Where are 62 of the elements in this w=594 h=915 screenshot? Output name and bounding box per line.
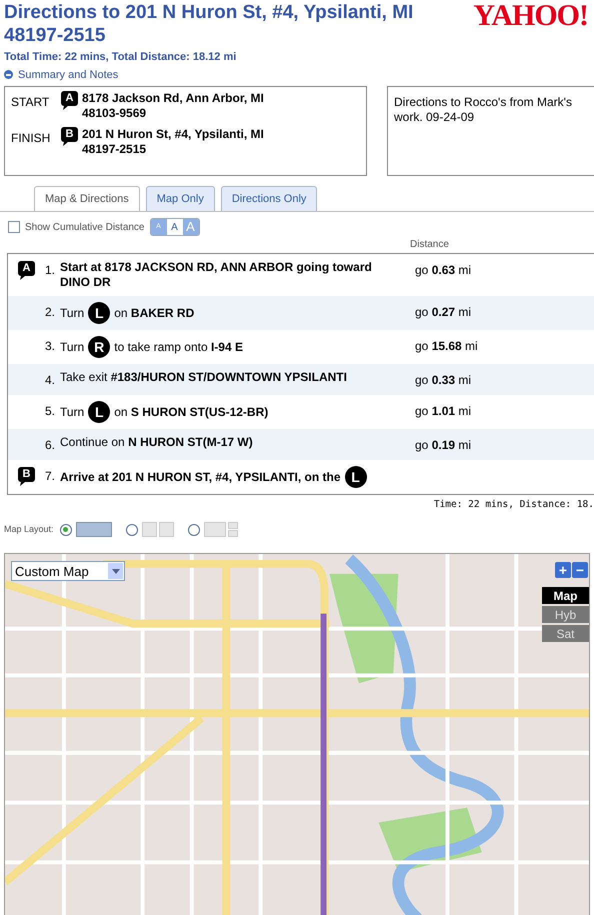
totals-text: Total Time: 22 mins, Total Distance: 18.12 mi [3,50,238,65]
step-text: Start at 8178 JACKSON RD, ANN ARBOR going toward DINO DR [60,260,373,290]
step-number: 3. [45,338,56,355]
step-distance: go 0.63 mi [415,262,472,279]
map-type-button[interactable]: Sat [542,625,589,642]
view-tab[interactable]: Map Only [146,186,215,211]
map-type-button[interactable]: Map [542,587,589,604]
single-layout-icon [76,522,112,538]
endpoint-address: 8178 Jackson Rd, Ann Arbor, MI 48103-9569 [82,91,265,121]
summary-toggle[interactable]: Summary and Notes [18,66,118,83]
view-tab[interactable]: Map & Directions [34,186,140,211]
map-layout-label: Map Layout: [4,523,54,536]
zoom-in-button[interactable]: + [555,562,571,578]
radio-button[interactable] [60,524,72,536]
turn-badge: L [88,302,110,324]
marker-pin: B [61,127,78,146]
step-text: Take exit #183/HURON ST/DOWNTOWN YPSILANTI [60,370,347,385]
map-style-select[interactable]: Custom Map [11,561,125,582]
endpoint-label: START [11,94,50,111]
step-number: 6. [45,437,56,454]
step-distance: go 0.33 mi [415,372,472,389]
radio-button[interactable] [126,524,138,536]
trip-summary: Time: 22 mins, Distance: 18. [434,498,594,512]
step-text: to take ramp onto I-94 E [114,340,243,354]
dropdown-icon [112,568,120,574]
step-text: Continue on N HURON ST(M-17 W) [60,435,253,450]
step-number: 1. [45,262,56,279]
checkbox[interactable] [8,221,20,233]
endpoint-address: 201 N Huron St, #4, Ypsilanti, MI 48197-2515 [82,127,265,157]
radio-button[interactable] [188,524,200,536]
step-number: 5. [45,403,56,420]
logo: YAHOO! [473,1,588,34]
turn-badge: L [344,466,367,488]
step-text: Turn [60,306,84,320]
turn-badge: R [88,336,110,358]
zoom-out-button[interactable]: − [572,562,588,578]
step-text: Turn [60,340,84,354]
map-type-button[interactable]: Hyb [542,606,589,624]
column-heading: Distance [410,238,449,252]
view-tab[interactable]: Directions Only [220,186,318,211]
step-distance: go 15.68 mi [415,338,478,355]
step-text: Turn [60,404,84,420]
endpoint-label: FINISH [11,130,52,147]
step-text: Arrive at 201 N HURON ST, #4, YPSILANTI, on the [60,470,341,484]
checkbox-label: Show Cumulative Distance [25,220,144,234]
step-number: 7. [45,468,56,485]
step-distance: go 0.27 mi [415,304,472,321]
split-layout-icon [142,522,174,538]
marker-pin: B [18,467,35,486]
step-distance: go 1.01 mi [415,403,472,420]
step-number: 4. [45,372,56,389]
marker-pin: A [18,261,35,280]
notes-box: Directions to Rocco's from Mark's work. 09-24-09 [387,86,594,176]
grid-layout-icon [204,522,238,538]
turn-badge: L [88,401,110,423]
collapse-icon[interactable] [4,70,13,80]
step-text: on BAKER RD [114,306,194,320]
step-text: on S HURON ST(US-12-BR) [114,404,268,420]
step-distance: go 0.19 mi [415,437,472,454]
step-number: 2. [45,304,56,321]
marker-pin: A [61,91,78,110]
page-title: Directions to 201 N Huron St, #4, Ypsilanti, MI 48197-2515 [4,1,414,47]
